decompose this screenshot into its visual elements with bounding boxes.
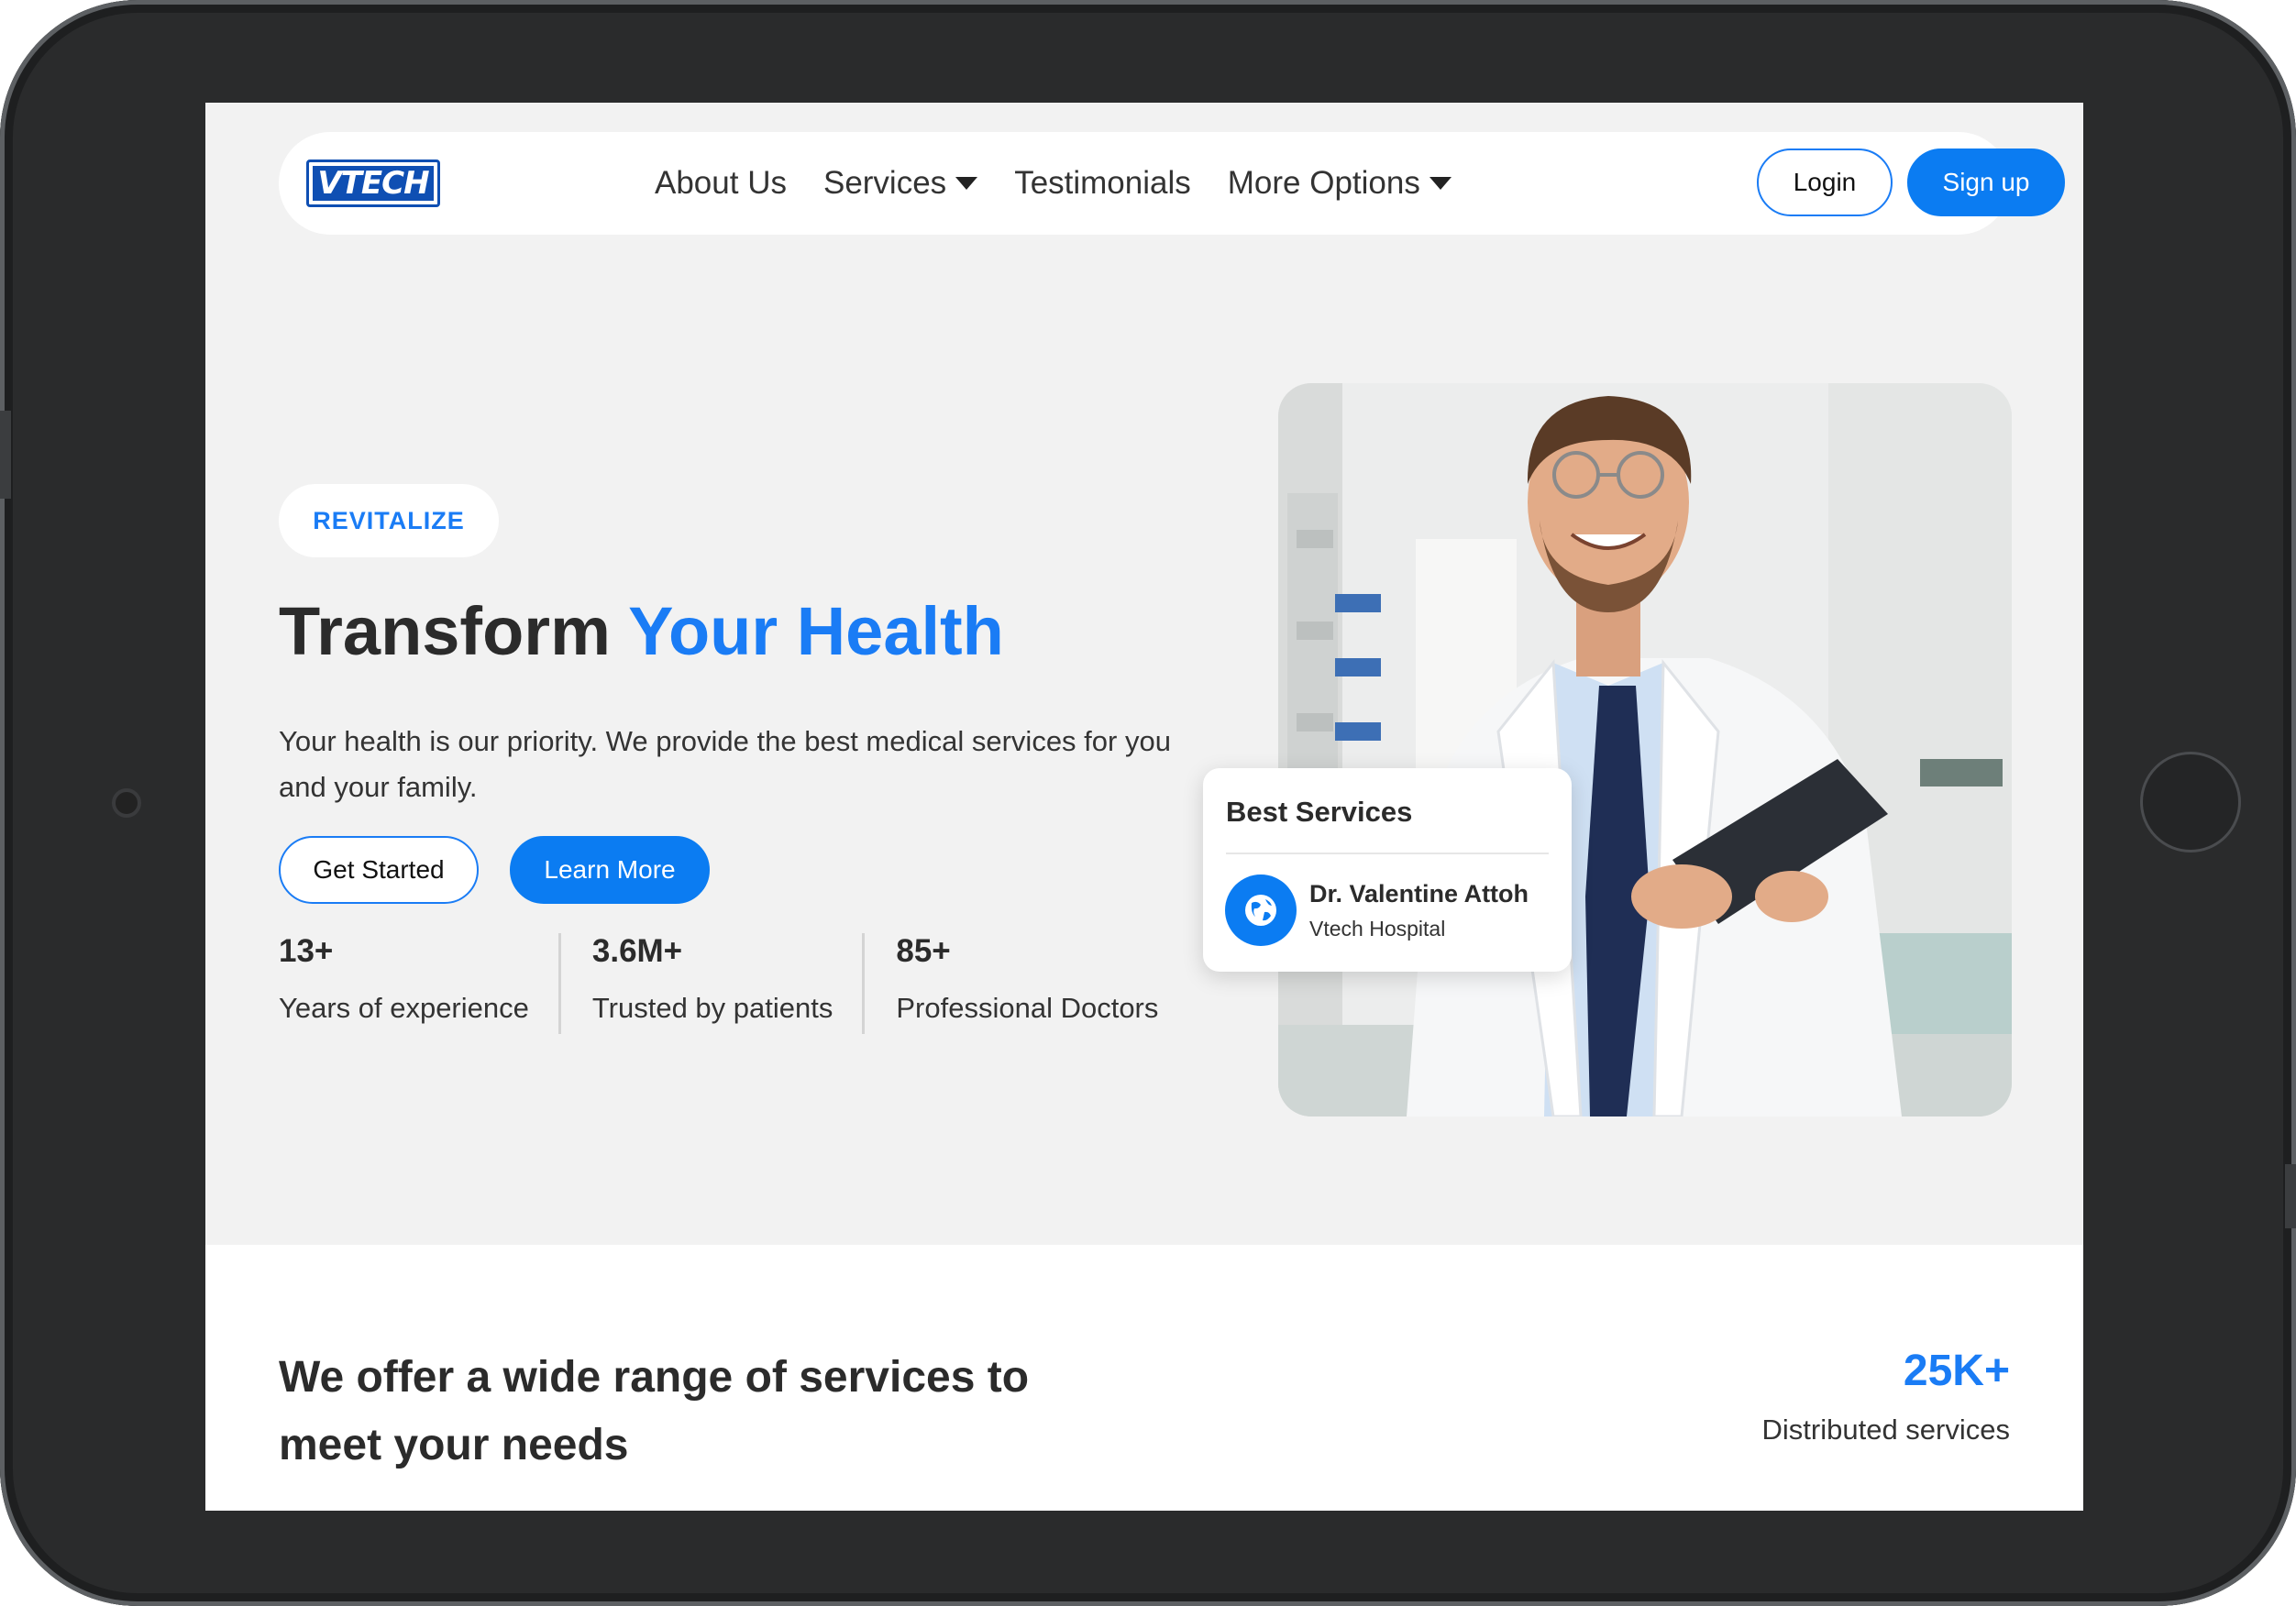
- nav-more-options[interactable]: More Options: [1228, 165, 1452, 202]
- get-started-button[interactable]: Get Started: [279, 836, 479, 904]
- nav-testimonials-label: Testimonials: [1014, 165, 1191, 201]
- stat-value: 3.6M+: [591, 933, 683, 969]
- stat-doctors: 85+ Professional Doctors: [862, 933, 1187, 1034]
- login-button[interactable]: Login: [1757, 148, 1893, 216]
- headline-part-1: Transform: [279, 593, 629, 669]
- nav-testimonials[interactable]: Testimonials: [1014, 165, 1191, 202]
- hero-lead: Your health is our priority. We provide …: [279, 725, 1171, 803]
- nav-links: About Us Services Testimonials More Opti…: [655, 132, 1452, 235]
- services-count: 25K+: [1903, 1347, 2010, 1395]
- headline-part-2: Your Health: [628, 593, 1004, 669]
- stat-value: 13+: [279, 933, 334, 969]
- card-title: Best Services: [1226, 796, 1413, 828]
- best-services-card[interactable]: Best Services Dr. Valentine Attoh Vtech …: [1203, 768, 1572, 972]
- signup-button[interactable]: Sign up: [1907, 148, 2065, 216]
- stat-label: Trusted by patients: [591, 992, 833, 1024]
- nav-more-options-label: More Options: [1227, 165, 1420, 201]
- stat-patients: 3.6M+ Trusted by patients: [557, 933, 863, 1034]
- doctor-illustration: [1278, 383, 2012, 1116]
- services-section: We offer a wide range of services to mee…: [205, 1245, 2083, 1511]
- services-heading: We offer a wide range of services to mee…: [279, 1353, 1030, 1469]
- logo-text: VTECH: [317, 165, 429, 202]
- nav-about-us-label: About Us: [655, 165, 787, 201]
- caret-down-icon: [1429, 177, 1452, 190]
- front-camera: [112, 788, 141, 818]
- tablet-frame: VTECH About Us Services Testimonials Mor…: [0, 0, 2296, 1606]
- hero-tag: REVITALIZE: [279, 484, 499, 557]
- card-divider: [1226, 852, 1549, 854]
- doctor-photo: [1278, 383, 2012, 1116]
- side-key: [2285, 1164, 2296, 1228]
- doctor-name: Dr. Valentine Attoh: [1309, 880, 1529, 908]
- stat-label: Professional Doctors: [896, 992, 1159, 1024]
- stat-value: 85+: [896, 933, 951, 969]
- stat-label: Years of experience: [279, 992, 529, 1024]
- nav-services-label: Services: [822, 165, 947, 201]
- hospital-name: Vtech Hospital: [1309, 917, 1446, 940]
- vtech-logo[interactable]: VTECH: [306, 160, 440, 207]
- learn-more-button[interactable]: Learn More: [510, 836, 710, 904]
- side-key: [0, 411, 11, 499]
- home-button[interactable]: [2140, 752, 2241, 852]
- browser-screen: VTECH About Us Services Testimonials Mor…: [205, 103, 2083, 1511]
- globe-icon: [1225, 874, 1297, 946]
- navbar: VTECH About Us Services Testimonials Mor…: [279, 132, 2065, 235]
- nav-about-us[interactable]: About Us: [655, 165, 787, 202]
- nav-services[interactable]: Services: [822, 165, 978, 202]
- hero-stats: 13+ Years of experience 3.6M+ Trusted by…: [279, 933, 1187, 1034]
- services-count-label: Distributed services: [1761, 1414, 2010, 1446]
- stat-experience: 13+ Years of experience: [279, 933, 558, 1034]
- hero-headline: Transform Your Health: [279, 592, 1004, 670]
- caret-down-icon: [955, 177, 978, 190]
